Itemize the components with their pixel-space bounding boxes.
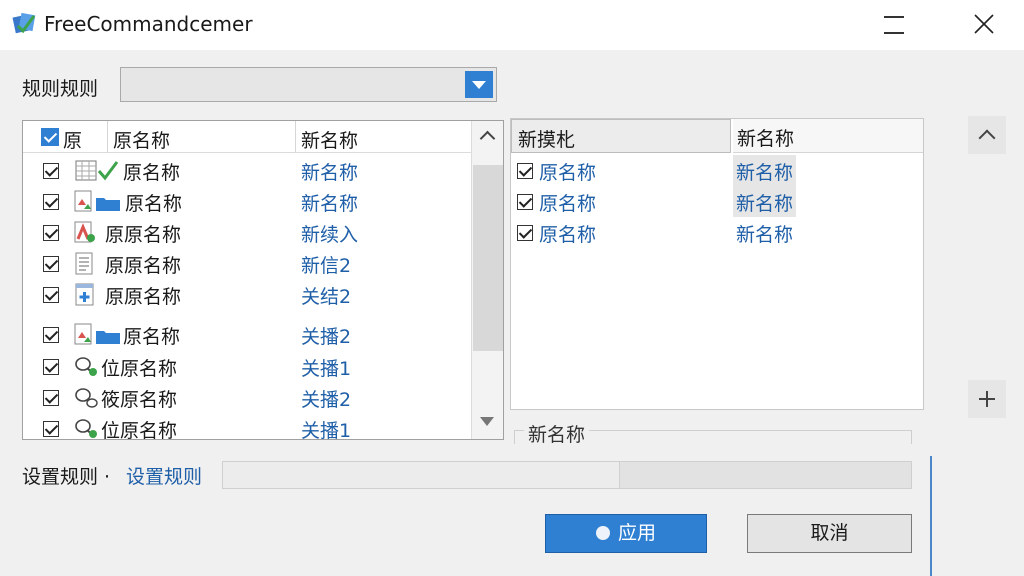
new-name: 新名称 (733, 155, 797, 186)
rule-select[interactable] (120, 67, 497, 102)
column-header-check[interactable]: 原 (63, 126, 82, 153)
cancel-button-label: 取消 (810, 522, 849, 544)
new-name: 关播2 (301, 389, 352, 411)
image-folder-icon (74, 190, 120, 212)
medical-document-icon (75, 283, 94, 306)
new-name: 新信2 (301, 255, 352, 277)
new-name: 新续入 (301, 224, 359, 246)
settings-label: 设置规则 · (22, 466, 111, 488)
file-list-header: 原 原名称 新名称 (23, 121, 471, 153)
column-header-cell[interactable]: 新名称 (733, 119, 923, 153)
row-checkbox[interactable] (43, 163, 59, 179)
original-name: 筱原名称 (101, 389, 178, 411)
row-checkbox[interactable] (517, 194, 533, 210)
column-header-new[interactable]: 新名称 (301, 126, 358, 153)
app-logo-icon (12, 12, 36, 34)
new-name: 关结2 (301, 286, 352, 308)
image-folder-icon (74, 323, 120, 345)
list-item[interactable]: 位原名称 关播1 (23, 413, 471, 440)
scrollbar-thumb[interactable] (473, 165, 503, 351)
calendar-check-icon (75, 160, 119, 181)
row-checkbox[interactable] (43, 390, 59, 406)
list-item[interactable]: 原名称 新名称 (23, 186, 471, 217)
cancel-button[interactable]: 取消 (747, 514, 912, 553)
list-item[interactable]: 筱原名称 关播2 (23, 382, 471, 413)
key-icon (75, 419, 97, 438)
window-title: FreeCommandcemer (44, 12, 253, 36)
column-divider[interactable] (295, 121, 296, 153)
red-document-icon (74, 221, 95, 243)
new-name: 新名称 (733, 186, 797, 217)
original-name: 位原名称 (101, 358, 178, 380)
select-all-checkbox[interactable] (41, 128, 59, 146)
scroll-down-icon[interactable] (480, 417, 494, 426)
key-icon (75, 357, 97, 376)
preview-list[interactable]: 新摸朼 新名称 原名称 新名称 原名称 新名称 原名称 新名称 (510, 118, 924, 410)
row-checkbox[interactable] (43, 256, 59, 272)
new-name: 关播1 (301, 358, 352, 380)
original-name: 原名称 (539, 162, 597, 184)
list-item[interactable]: 原名称 新名称 (511, 155, 923, 186)
close-button[interactable] (954, 0, 1014, 50)
apply-button[interactable]: 应用 (545, 514, 707, 553)
original-name: 原名称 (123, 326, 181, 348)
row-checkbox[interactable] (43, 421, 59, 437)
new-name: 关播1 (301, 420, 352, 440)
column-header-original[interactable]: 原名称 (113, 126, 170, 153)
new-name: 新名称 (301, 162, 359, 184)
divider (930, 456, 932, 576)
preview-list-header: 新摸朼 新名称 (511, 119, 923, 153)
settings-field[interactable] (222, 461, 912, 489)
column-header-original: 新摸朼 (518, 129, 576, 151)
title-bar: FreeCommandcemer (0, 0, 1024, 50)
new-name: 关播2 (301, 326, 352, 348)
list-item[interactable]: 原名称 新名称 (511, 186, 923, 217)
rule-label: 规则规则 (22, 78, 99, 100)
row-checkbox[interactable] (517, 225, 533, 241)
list-item[interactable]: 原原名称 新续入 (23, 217, 471, 248)
original-name: 原名称 (123, 162, 181, 184)
file-list[interactable]: 原 原名称 新名称 原名称 新名称 原名称 新名称 原原名称 新续入 原原名称 … (22, 120, 504, 440)
scroll-up-icon[interactable] (480, 129, 494, 143)
key-icon (75, 388, 98, 408)
apply-button-label: 应用 (617, 522, 656, 544)
row-checkbox[interactable] (43, 287, 59, 303)
settings-link[interactable]: 设置规则 (126, 462, 202, 489)
row-checkbox[interactable] (43, 194, 59, 210)
original-name: 原名称 (539, 224, 597, 246)
list-item[interactable]: 原名称 新名称 (511, 217, 923, 248)
list-item[interactable]: 原名称 新名称 (23, 155, 471, 186)
close-icon (974, 14, 994, 34)
original-name: 原名称 (125, 193, 183, 215)
settings-field-segment[interactable] (619, 462, 911, 488)
original-name: 原原名称 (105, 224, 182, 246)
original-name: 位原名称 (101, 420, 178, 440)
original-name: 原原名称 (105, 255, 182, 277)
move-up-button[interactable] (968, 116, 1006, 154)
column-header-cell[interactable]: 新摸朼 (511, 119, 731, 153)
row-checkbox[interactable] (43, 327, 59, 343)
original-name: 原原名称 (105, 286, 182, 308)
new-name: 新名称 (301, 193, 359, 215)
row-checkbox[interactable] (517, 163, 533, 179)
minimize-button[interactable] (864, 0, 924, 50)
row-checkbox[interactable] (43, 359, 59, 375)
new-name: 新名称 (736, 224, 794, 246)
list-item[interactable]: 原名称 关播2 (23, 319, 471, 350)
list-item[interactable]: 原原名称 新信2 (23, 248, 471, 279)
original-name: 原名称 (539, 193, 597, 215)
list-item[interactable]: 位原名称 关播1 (23, 351, 471, 382)
column-header-new: 新名称 (737, 128, 795, 150)
row-checkbox[interactable] (43, 225, 59, 241)
group-box-label: 新名称 (524, 420, 590, 447)
list-item[interactable]: 原原名称 关结2 (23, 279, 471, 310)
radio-dot-icon (595, 526, 610, 540)
chevron-down-icon[interactable] (465, 71, 493, 98)
add-button[interactable] (968, 380, 1006, 418)
text-document-icon (75, 252, 93, 275)
column-divider[interactable] (107, 121, 108, 153)
vertical-scrollbar[interactable] (471, 121, 503, 439)
